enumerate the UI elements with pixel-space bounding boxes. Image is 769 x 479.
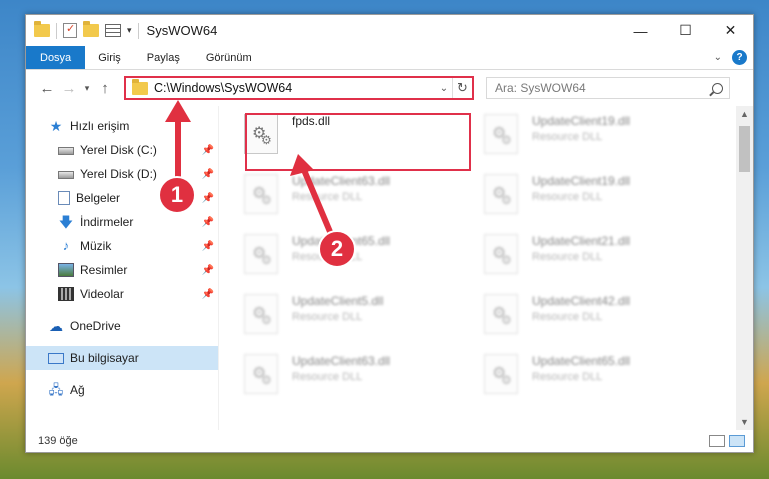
step-1-badge: 1 (158, 176, 196, 214)
arrow-1-head (165, 100, 191, 122)
arrow-2-head (290, 154, 314, 176)
annotation-arrows (165, 100, 339, 248)
step-2-badge: 2 (318, 230, 356, 268)
